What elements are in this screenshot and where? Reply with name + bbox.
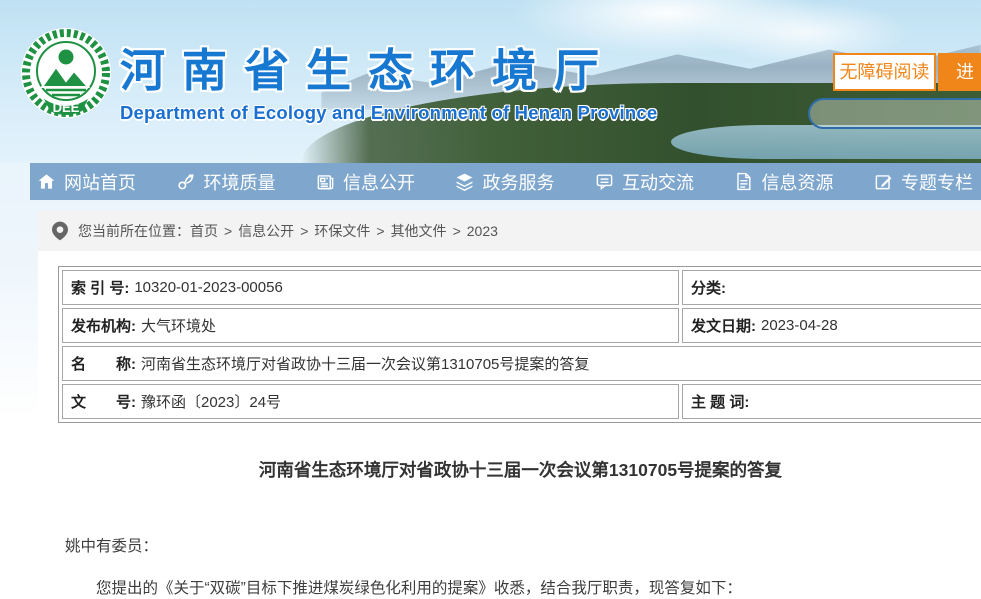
accessibility-button[interactable]: 无障碍阅读: [833, 53, 936, 91]
breadcrumb-home[interactable]: 首页: [190, 221, 218, 241]
breadcrumb-other-files[interactable]: 其他文件: [391, 221, 447, 241]
meta-label: 发布机构:: [71, 315, 136, 336]
nav-item-gov-services[interactable]: 政务服务: [455, 169, 555, 195]
location-pin-icon: [52, 221, 68, 241]
document-meta-table: 索 引 号: 10320-01-2023-00056 分类: 发布机构: 大气环…: [58, 266, 981, 423]
breadcrumb-year[interactable]: 2023: [467, 223, 498, 239]
meta-label: 名 称:: [71, 353, 136, 374]
meta-issuing-agency-cell: 发布机构: 大气环境处: [62, 308, 679, 343]
meta-issue-date-cell: 发文日期: 2023-04-28: [682, 308, 981, 343]
newspaper-icon: [315, 172, 335, 192]
nav-item-env-quality[interactable]: 环境质量: [176, 169, 276, 195]
site-title: 河南省生态环境厅: [120, 34, 657, 99]
logo-text: DEE: [53, 100, 80, 115]
meta-value: 豫环函〔2023〕24号: [141, 391, 281, 412]
nav-item-label: 信息公开: [343, 169, 415, 195]
meta-value: 河南省生态环境厅对省政协十三届一次会议第1310705号提案的答复: [141, 353, 589, 374]
table-row: 文 号: 豫环函〔2023〕24号 主 题 词:: [62, 384, 981, 419]
breadcrumb-separator: >: [224, 223, 232, 239]
lake-scenery: [671, 125, 981, 159]
nav-item-label: 信息资源: [762, 169, 834, 195]
nav-item-label: 政务服务: [483, 169, 555, 195]
nav-item-label: 网站首页: [64, 169, 136, 195]
nav-item-label: 专题专栏: [901, 169, 973, 195]
nav-item-info-resources[interactable]: 信息资源: [734, 169, 834, 195]
site-subtitle: Department of Ecology and Environment of…: [120, 102, 657, 124]
dee-logo[interactable]: DEE: [20, 27, 112, 119]
breadcrumb-prefix: 您当前所在位置：: [78, 221, 190, 241]
document-title: 河南省生态环境厅对省政协十三届一次会议第1310705号提案的答复: [38, 457, 981, 482]
nav-item-label: 环境质量: [204, 169, 276, 195]
chat-icon: [594, 172, 614, 192]
meta-value: 10320-01-2023-00056: [134, 279, 282, 296]
search-input[interactable]: [810, 100, 981, 127]
site-header: DEE 河南省生态环境厅 Department of Ecology and E…: [0, 0, 981, 163]
nav-item-info-disclosure[interactable]: 信息公开: [315, 169, 415, 195]
edit-icon: [873, 172, 893, 192]
document-salutation: 姚中有委员：: [65, 534, 981, 556]
breadcrumb-separator: >: [300, 223, 308, 239]
meta-keywords-cell: 主 题 词:: [682, 384, 981, 419]
meta-index-number-cell: 索 引 号: 10320-01-2023-00056: [62, 270, 679, 305]
meta-value: 大气环境处: [141, 315, 216, 336]
content-panel: 您当前所在位置： 首页 > 信息公开 > 环保文件 > 其他文件 > 2023 …: [38, 211, 981, 599]
home-icon: [36, 172, 56, 192]
breadcrumb-env-files[interactable]: 环保文件: [314, 221, 370, 241]
table-row: 索 引 号: 10320-01-2023-00056 分类:: [62, 270, 981, 305]
meta-label: 索 引 号:: [71, 277, 129, 298]
layers-icon: [455, 172, 475, 192]
nav-item-label: 互动交流: [622, 169, 694, 195]
meta-category-cell: 分类:: [682, 270, 981, 305]
table-row: 名 称: 河南省生态环境厅对省政协十三届一次会议第1310705号提案的答复: [62, 346, 981, 381]
meta-doc-number-cell: 文 号: 豫环函〔2023〕24号: [62, 384, 679, 419]
nav-item-interaction[interactable]: 互动交流: [594, 169, 694, 195]
meta-label: 主 题 词:: [691, 391, 749, 412]
breadcrumb-separator: >: [453, 223, 461, 239]
mode-button[interactable]: 进: [938, 53, 981, 91]
document-body: 姚中有委员： 您提出的《关于“双碳”目标下推进煤炭绿色化利用的提案》收悉，结合我…: [38, 534, 981, 598]
table-row: 发布机构: 大气环境处 发文日期: 2023-04-28: [62, 308, 981, 343]
nav-item-home[interactable]: 网站首页: [36, 169, 136, 195]
meta-label: 分类:: [691, 277, 726, 298]
sprout-icon: [176, 172, 196, 192]
site-brand: 河南省生态环境厅 Department of Ecology and Envir…: [120, 34, 657, 124]
document-paragraph: 您提出的《关于“双碳”目标下推进煤炭绿色化利用的提案》收悉，结合我厅职责，现答复…: [65, 576, 981, 598]
breadcrumb: 您当前所在位置： 首页 > 信息公开 > 环保文件 > 其他文件 > 2023: [38, 211, 981, 251]
meta-title-cell: 名 称: 河南省生态环境厅对省政协十三届一次会议第1310705号提案的答复: [62, 346, 981, 381]
document-icon: [734, 172, 754, 192]
meta-value: 2023-04-28: [761, 317, 838, 334]
nav-item-special-topics[interactable]: 专题专栏: [873, 169, 973, 195]
search-box: [808, 98, 981, 129]
main-nav: 网站首页 环境质量 信息公开 政务服务 互动交流 信息资源 专题专栏: [30, 163, 981, 200]
meta-label: 发文日期:: [691, 315, 756, 336]
breadcrumb-info-disclosure[interactable]: 信息公开: [238, 221, 294, 241]
meta-label: 文 号:: [71, 391, 136, 412]
breadcrumb-separator: >: [376, 223, 384, 239]
